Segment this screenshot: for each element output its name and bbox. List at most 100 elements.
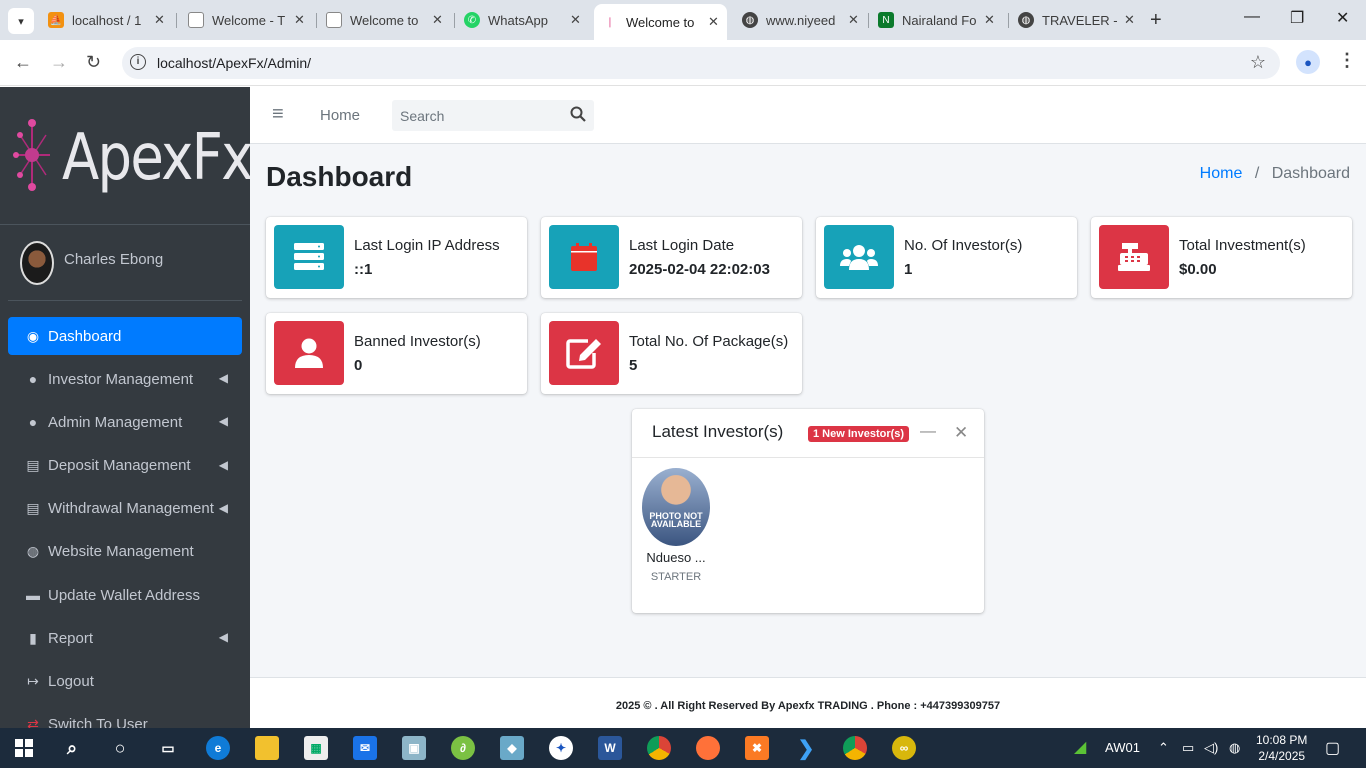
notification-icon[interactable]: ▢ (1325, 738, 1340, 758)
close-icon[interactable]: ✕ (954, 423, 968, 443)
nav-home-link[interactable]: Home (320, 107, 360, 124)
info-box-value: 0 (354, 357, 363, 374)
chrome-icon[interactable] (647, 736, 671, 760)
close-tab-icon[interactable]: ✕ (432, 12, 443, 28)
users-icon (824, 225, 894, 289)
brand[interactable]: ApexFx (0, 87, 250, 225)
word-icon[interactable]: W (598, 736, 622, 760)
sidebar-item-withdrawal-management[interactable]: ▤ Withdrawal Management ◀ (8, 490, 242, 528)
sidebar-item-logout[interactable]: ↦ Logout (8, 663, 242, 701)
back-icon[interactable]: ← (14, 52, 32, 73)
mail-icon[interactable]: ✉ (353, 736, 377, 760)
browser-tab[interactable]: ✆ WhatsApp ✕ (456, 6, 589, 34)
volume-icon[interactable]: ◁) (1204, 740, 1218, 756)
chevron-up-icon[interactable]: ⌃ (1158, 740, 1169, 756)
reload-icon[interactable]: ↻ (86, 52, 101, 73)
info-box-value: 1 (904, 261, 913, 278)
bookmark-star-icon[interactable]: ☆ (1250, 52, 1266, 73)
app-icon[interactable]: ✦ (549, 736, 573, 760)
forward-icon[interactable]: → (50, 52, 68, 73)
tab-title: localhost / 1 (72, 12, 142, 28)
browser-tab[interactable]: Welcome - T ✕ (180, 6, 313, 34)
battery-icon[interactable]: ▭ (1182, 740, 1194, 756)
task-view-icon[interactable]: ▭ (156, 736, 180, 760)
user-icon: ● (28, 371, 38, 388)
info-box-label: Last Login Date (629, 237, 735, 254)
globe-icon: ◍ (26, 543, 40, 560)
user-panel[interactable]: Charles Ebong (8, 225, 242, 301)
sidebar-item-report[interactable]: ▮ Report ◀ (8, 619, 242, 657)
xampp-icon[interactable]: ✖ (745, 736, 769, 760)
omnibox[interactable]: i localhost/ApexFx/Admin/ ☆ (122, 47, 1280, 79)
list-item[interactable]: PHOTO NOT AVAILABLE Ndueso ... STARTER (642, 468, 710, 583)
app-icon[interactable]: ∞ (892, 736, 916, 760)
file-explorer-icon[interactable] (255, 736, 279, 760)
sidebar-item-dashboard[interactable]: ◉ Dashboard (8, 317, 242, 355)
close-tab-icon[interactable]: ✕ (570, 12, 581, 28)
app-icon[interactable]: ◆ (500, 736, 524, 760)
browser-tab[interactable]: ◍ www.niyeed ✕ (734, 6, 867, 34)
store-icon[interactable]: ▦ (304, 736, 328, 760)
new-tab-button[interactable]: + (1150, 9, 1162, 32)
chevron-left-icon: ◀ (218, 371, 228, 386)
hamburger-icon[interactable]: ≡ (272, 103, 284, 126)
sidebar-item-admin-management[interactable]: ● Admin Management ◀ (8, 403, 242, 441)
restore-icon[interactable]: ❐ (1290, 8, 1304, 28)
close-window-icon[interactable]: ✕ (1336, 8, 1349, 28)
sidebar-item-website-management[interactable]: ◍ Website Management (8, 533, 242, 571)
brand-name: ApexFx (62, 121, 250, 195)
breadcrumb-separator: / (1254, 165, 1260, 182)
search-box[interactable]: Search (392, 100, 594, 131)
phpmyadmin-icon: ⛵ (48, 12, 64, 28)
close-tab-icon[interactable]: ✕ (1124, 12, 1135, 28)
collapse-icon[interactable]: — (920, 423, 936, 441)
browser-tab-active[interactable]: ❘ Welcome to ✕ (594, 4, 727, 40)
control-panel-icon[interactable]: ▣ (402, 736, 426, 760)
close-tab-icon[interactable]: ✕ (848, 12, 859, 28)
info-box-last-login-date: Last Login Date 2025-02-04 22:02:03 (541, 217, 802, 298)
info-box-investors: No. Of Investor(s) 1 (816, 217, 1077, 298)
browser-tab[interactable]: Welcome to ✕ (318, 6, 451, 34)
windows-start-icon[interactable] (12, 736, 36, 760)
chrome-icon[interactable] (843, 736, 867, 760)
url-text[interactable]: localhost/ApexFx/Admin/ (157, 55, 311, 71)
vscode-icon[interactable]: ❯ (794, 736, 818, 760)
app-icon[interactable]: ∂ (451, 736, 475, 760)
edge-icon[interactable]: e (206, 736, 230, 760)
globe-icon: ◍ (742, 12, 758, 28)
close-tab-icon[interactable]: ✕ (708, 14, 719, 30)
sidebar-item-label: Website Management (48, 543, 194, 561)
network-label[interactable]: AW01 (1105, 740, 1140, 755)
footer: 2025 © . All Right Reserved By Apexfx TR… (250, 677, 1366, 728)
clock[interactable]: 10:08 PM 2/4/2025 (1256, 732, 1307, 764)
search-input[interactable]: Search (400, 108, 444, 124)
latest-investors-card: Latest Investor(s) 1 New Investor(s) — ✕… (632, 409, 984, 613)
firefox-icon[interactable] (696, 736, 720, 760)
browser-tab[interactable]: ◍ TRAVELER - I ✕ (1010, 6, 1143, 34)
cortana-icon[interactable]: ○ (108, 736, 132, 760)
breadcrumb-home[interactable]: Home (1200, 165, 1243, 182)
profile-icon[interactable]: ● (1296, 50, 1320, 74)
site-info-icon[interactable]: i (130, 54, 146, 70)
browser-tab[interactable]: N Nairaland Fo ✕ (870, 6, 1003, 34)
tab-title: Welcome - T (212, 12, 286, 28)
user-name[interactable]: Charles Ebong (64, 251, 163, 268)
browser-menu-icon[interactable]: ⋮ (1338, 50, 1356, 71)
info-box-packages: Total No. Of Package(s) 5 (541, 313, 802, 394)
close-tab-icon[interactable]: ✕ (984, 12, 995, 28)
sidebar-item-switch-to-user[interactable]: ⇄ Switch To User (8, 706, 242, 728)
search-icon[interactable]: ⌕ (60, 736, 84, 760)
sidebar-item-update-wallet[interactable]: ▬ Update Wallet Address (8, 576, 242, 614)
close-tab-icon[interactable]: ✕ (154, 12, 165, 28)
nairaland-icon: N (878, 12, 894, 28)
sidebar-item-investor-management[interactable]: ● Investor Management ◀ (8, 360, 242, 398)
browser-tab[interactable]: ⛵ localhost / 1 ✕ (40, 6, 173, 34)
investor-name[interactable]: Ndueso ... (642, 550, 710, 565)
search-icon[interactable] (570, 106, 586, 122)
sidebar-item-deposit-management[interactable]: ▤ Deposit Management ◀ (8, 447, 242, 485)
close-tab-icon[interactable]: ✕ (294, 12, 305, 28)
minimize-icon[interactable]: — (1244, 8, 1260, 26)
tab-search-button[interactable]: ▾ (8, 8, 34, 34)
network-signal-icon[interactable]: ◢ (1074, 737, 1086, 757)
globe-icon[interactable]: ◍ (1229, 740, 1240, 756)
